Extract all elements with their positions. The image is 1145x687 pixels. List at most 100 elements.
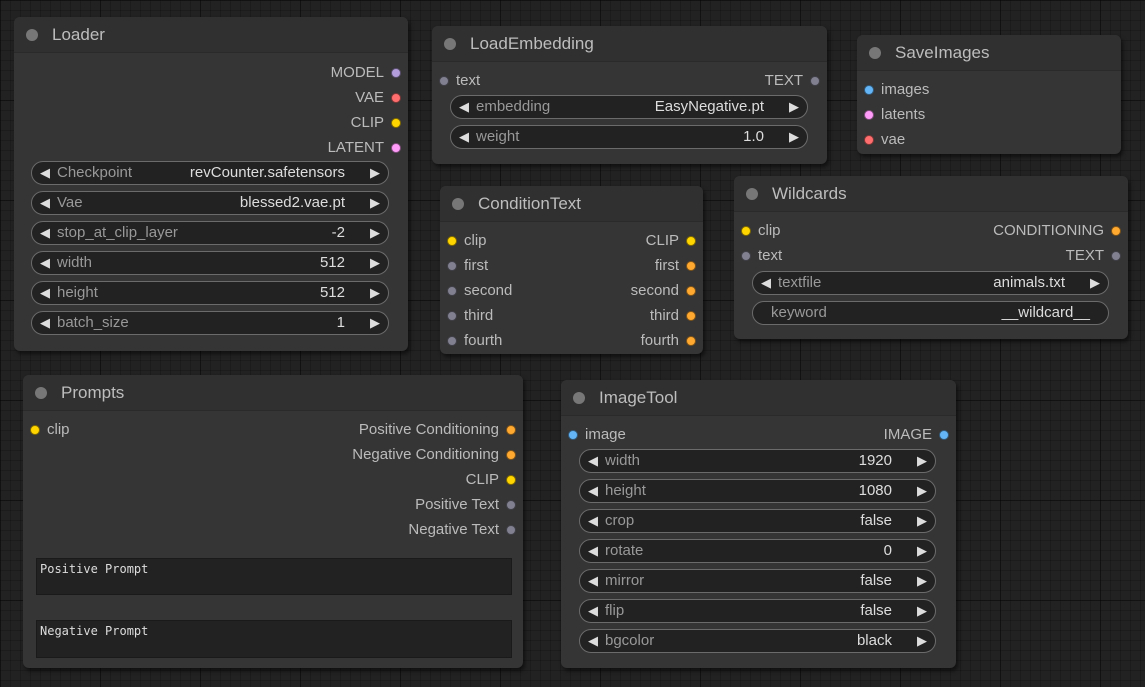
collapse-dot-icon[interactable] (35, 387, 47, 399)
slot-dot-icon[interactable] (864, 110, 874, 120)
increment-arrow-icon[interactable]: ▶ (370, 162, 380, 184)
slot-dot-icon[interactable] (506, 425, 516, 435)
increment-arrow-icon[interactable]: ▶ (917, 570, 927, 592)
collapse-dot-icon[interactable] (452, 198, 464, 210)
decrement-arrow-icon[interactable]: ◀ (588, 480, 598, 502)
collapse-dot-icon[interactable] (444, 38, 456, 50)
slot-dot-icon[interactable] (686, 236, 696, 246)
node-title-bar[interactable]: LoadEmbedding (432, 26, 827, 62)
condition-text-node[interactable]: ConditionText clip first second third fo… (440, 186, 703, 354)
output-slot-negative-conditioning[interactable]: Negative Conditioning (352, 445, 523, 465)
output-slot-third[interactable]: third (650, 306, 703, 326)
input-slot-clip[interactable]: clip (734, 221, 781, 241)
slot-dot-icon[interactable] (447, 236, 457, 246)
output-slot-clip[interactable]: CLIP (646, 231, 703, 251)
keyword-input[interactable]: keyword __wildcard__ (752, 301, 1109, 325)
slot-dot-icon[interactable] (686, 261, 696, 271)
input-slot-images[interactable]: images (857, 80, 929, 100)
decrement-arrow-icon[interactable]: ◀ (40, 222, 50, 244)
decrement-arrow-icon[interactable]: ◀ (459, 126, 469, 148)
slot-dot-icon[interactable] (391, 68, 401, 78)
input-slot-vae[interactable]: vae (857, 130, 905, 150)
load-embedding-node[interactable]: LoadEmbedding text TEXT ◀ embedding Easy… (432, 26, 827, 164)
output-slot-first[interactable]: first (655, 256, 703, 276)
increment-arrow-icon[interactable]: ▶ (1090, 272, 1100, 294)
output-slot-latent[interactable]: LATENT (328, 138, 408, 158)
slot-dot-icon[interactable] (30, 425, 40, 435)
decrement-arrow-icon[interactable]: ◀ (40, 312, 50, 334)
node-title-bar[interactable]: Wildcards (734, 176, 1128, 212)
input-slot-latents[interactable]: latents (857, 105, 925, 125)
slot-dot-icon[interactable] (864, 135, 874, 145)
image-tool-node[interactable]: ImageTool image IMAGE ◀ width 1920 ▶ ◀ h… (561, 380, 956, 668)
slot-dot-icon[interactable] (1111, 226, 1121, 236)
output-slot-second[interactable]: second (631, 281, 703, 301)
batch-size-number[interactable]: ◀ batch_size 1 ▶ (31, 311, 389, 335)
input-slot-text[interactable]: text (734, 246, 782, 266)
input-slot-clip[interactable]: clip (23, 420, 70, 440)
checkpoint-combo[interactable]: ◀ Checkpoint revCounter.safetensors ▶ (31, 161, 389, 185)
input-slot-third[interactable]: third (440, 306, 493, 326)
slot-dot-icon[interactable] (686, 336, 696, 346)
increment-arrow-icon[interactable]: ▶ (917, 630, 927, 652)
slot-dot-icon[interactable] (391, 143, 401, 153)
slot-dot-icon[interactable] (447, 286, 457, 296)
prompts-node[interactable]: Prompts clip Positive Conditioning Negat… (23, 375, 523, 668)
slot-dot-icon[interactable] (447, 336, 457, 346)
slot-dot-icon[interactable] (686, 311, 696, 321)
output-slot-fourth[interactable]: fourth (641, 331, 703, 351)
output-slot-conditioning[interactable]: CONDITIONING (993, 221, 1128, 241)
output-slot-text[interactable]: TEXT (1066, 246, 1128, 266)
increment-arrow-icon[interactable]: ▶ (370, 192, 380, 214)
increment-arrow-icon[interactable]: ▶ (917, 480, 927, 502)
increment-arrow-icon[interactable]: ▶ (917, 540, 927, 562)
output-slot-vae[interactable]: VAE (355, 88, 408, 108)
decrement-arrow-icon[interactable]: ◀ (40, 162, 50, 184)
output-slot-positive-text[interactable]: Positive Text (415, 495, 523, 515)
decrement-arrow-icon[interactable]: ◀ (761, 272, 771, 294)
output-slot-positive-conditioning[interactable]: Positive Conditioning (359, 420, 523, 440)
increment-arrow-icon[interactable]: ▶ (917, 510, 927, 532)
input-slot-clip[interactable]: clip (440, 231, 487, 251)
decrement-arrow-icon[interactable]: ◀ (588, 570, 598, 592)
height-number[interactable]: ◀ height 512 ▶ (31, 281, 389, 305)
flip-toggle[interactable]: ◀ flip false ▶ (579, 599, 936, 623)
slot-dot-icon[interactable] (506, 525, 516, 535)
wildcards-node[interactable]: Wildcards clip text CONDITIONING TEXT ◀ … (734, 176, 1128, 339)
slot-dot-icon[interactable] (447, 311, 457, 321)
increment-arrow-icon[interactable]: ▶ (370, 222, 380, 244)
slot-dot-icon[interactable] (506, 450, 516, 460)
node-title-bar[interactable]: ImageTool (561, 380, 956, 416)
increment-arrow-icon[interactable]: ▶ (917, 450, 927, 472)
slot-dot-icon[interactable] (1111, 251, 1121, 261)
decrement-arrow-icon[interactable]: ◀ (40, 282, 50, 304)
input-slot-second[interactable]: second (440, 281, 512, 301)
decrement-arrow-icon[interactable]: ◀ (40, 252, 50, 274)
vae-combo[interactable]: ◀ Vae blessed2.vae.pt ▶ (31, 191, 389, 215)
rotate-number[interactable]: ◀ rotate 0 ▶ (579, 539, 936, 563)
slot-dot-icon[interactable] (686, 286, 696, 296)
height-number[interactable]: ◀ height 1080 ▶ (579, 479, 936, 503)
collapse-dot-icon[interactable] (869, 47, 881, 59)
output-slot-negative-text[interactable]: Negative Text (408, 520, 523, 540)
collapse-dot-icon[interactable] (573, 392, 585, 404)
stop-at-clip-layer-number[interactable]: ◀ stop_at_clip_layer -2 ▶ (31, 221, 389, 245)
decrement-arrow-icon[interactable]: ◀ (588, 600, 598, 622)
node-title-bar[interactable]: SaveImages (857, 35, 1121, 71)
slot-dot-icon[interactable] (741, 226, 751, 236)
decrement-arrow-icon[interactable]: ◀ (588, 540, 598, 562)
save-images-node[interactable]: SaveImages images latents vae (857, 35, 1121, 154)
node-title-bar[interactable]: Prompts (23, 375, 523, 411)
slot-dot-icon[interactable] (439, 76, 449, 86)
input-slot-first[interactable]: first (440, 256, 488, 276)
width-number[interactable]: ◀ width 512 ▶ (31, 251, 389, 275)
embedding-combo[interactable]: ◀ embedding EasyNegative.pt ▶ (450, 95, 808, 119)
slot-dot-icon[interactable] (741, 251, 751, 261)
slot-dot-icon[interactable] (810, 76, 820, 86)
increment-arrow-icon[interactable]: ▶ (789, 126, 799, 148)
increment-arrow-icon[interactable]: ▶ (370, 312, 380, 334)
decrement-arrow-icon[interactable]: ◀ (588, 510, 598, 532)
output-slot-image[interactable]: IMAGE (884, 425, 956, 445)
textfile-combo[interactable]: ◀ textfile animals.txt ▶ (752, 271, 1109, 295)
input-slot-fourth[interactable]: fourth (440, 331, 502, 351)
